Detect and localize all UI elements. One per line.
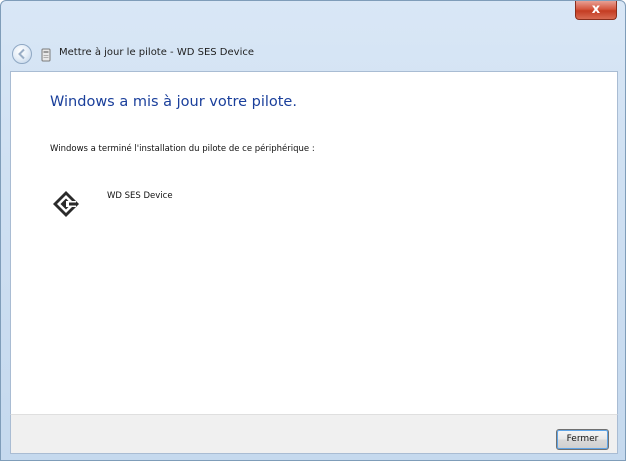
window-title: Mettre à jour le pilote - WD SES Device [59, 47, 255, 58]
title-bar[interactable]: x [1, 1, 625, 35]
back-button[interactable] [12, 44, 32, 64]
window-close-button[interactable]: x [575, 1, 617, 20]
close-button[interactable]: Fermer [556, 429, 609, 450]
back-arrow-icon [18, 48, 25, 60]
button-bar: Fermer [10, 414, 618, 454]
navigation-bar: Mettre à jour le pilote - WD SES Device [10, 39, 620, 71]
page-title: Windows a mis à jour votre pilote. [50, 94, 297, 110]
wd-ses-device-icon [53, 191, 79, 217]
driver-update-window: x Mettre à jour le pilote - WD SES Devic… [0, 0, 626, 461]
device-name: WD SES Device [107, 191, 173, 201]
content-panel: Windows a mis à jour votre pilote. Windo… [10, 71, 618, 414]
close-icon: x [591, 2, 601, 17]
device-icon [41, 48, 51, 62]
status-description: Windows a terminé l'installation du pilo… [50, 144, 315, 154]
